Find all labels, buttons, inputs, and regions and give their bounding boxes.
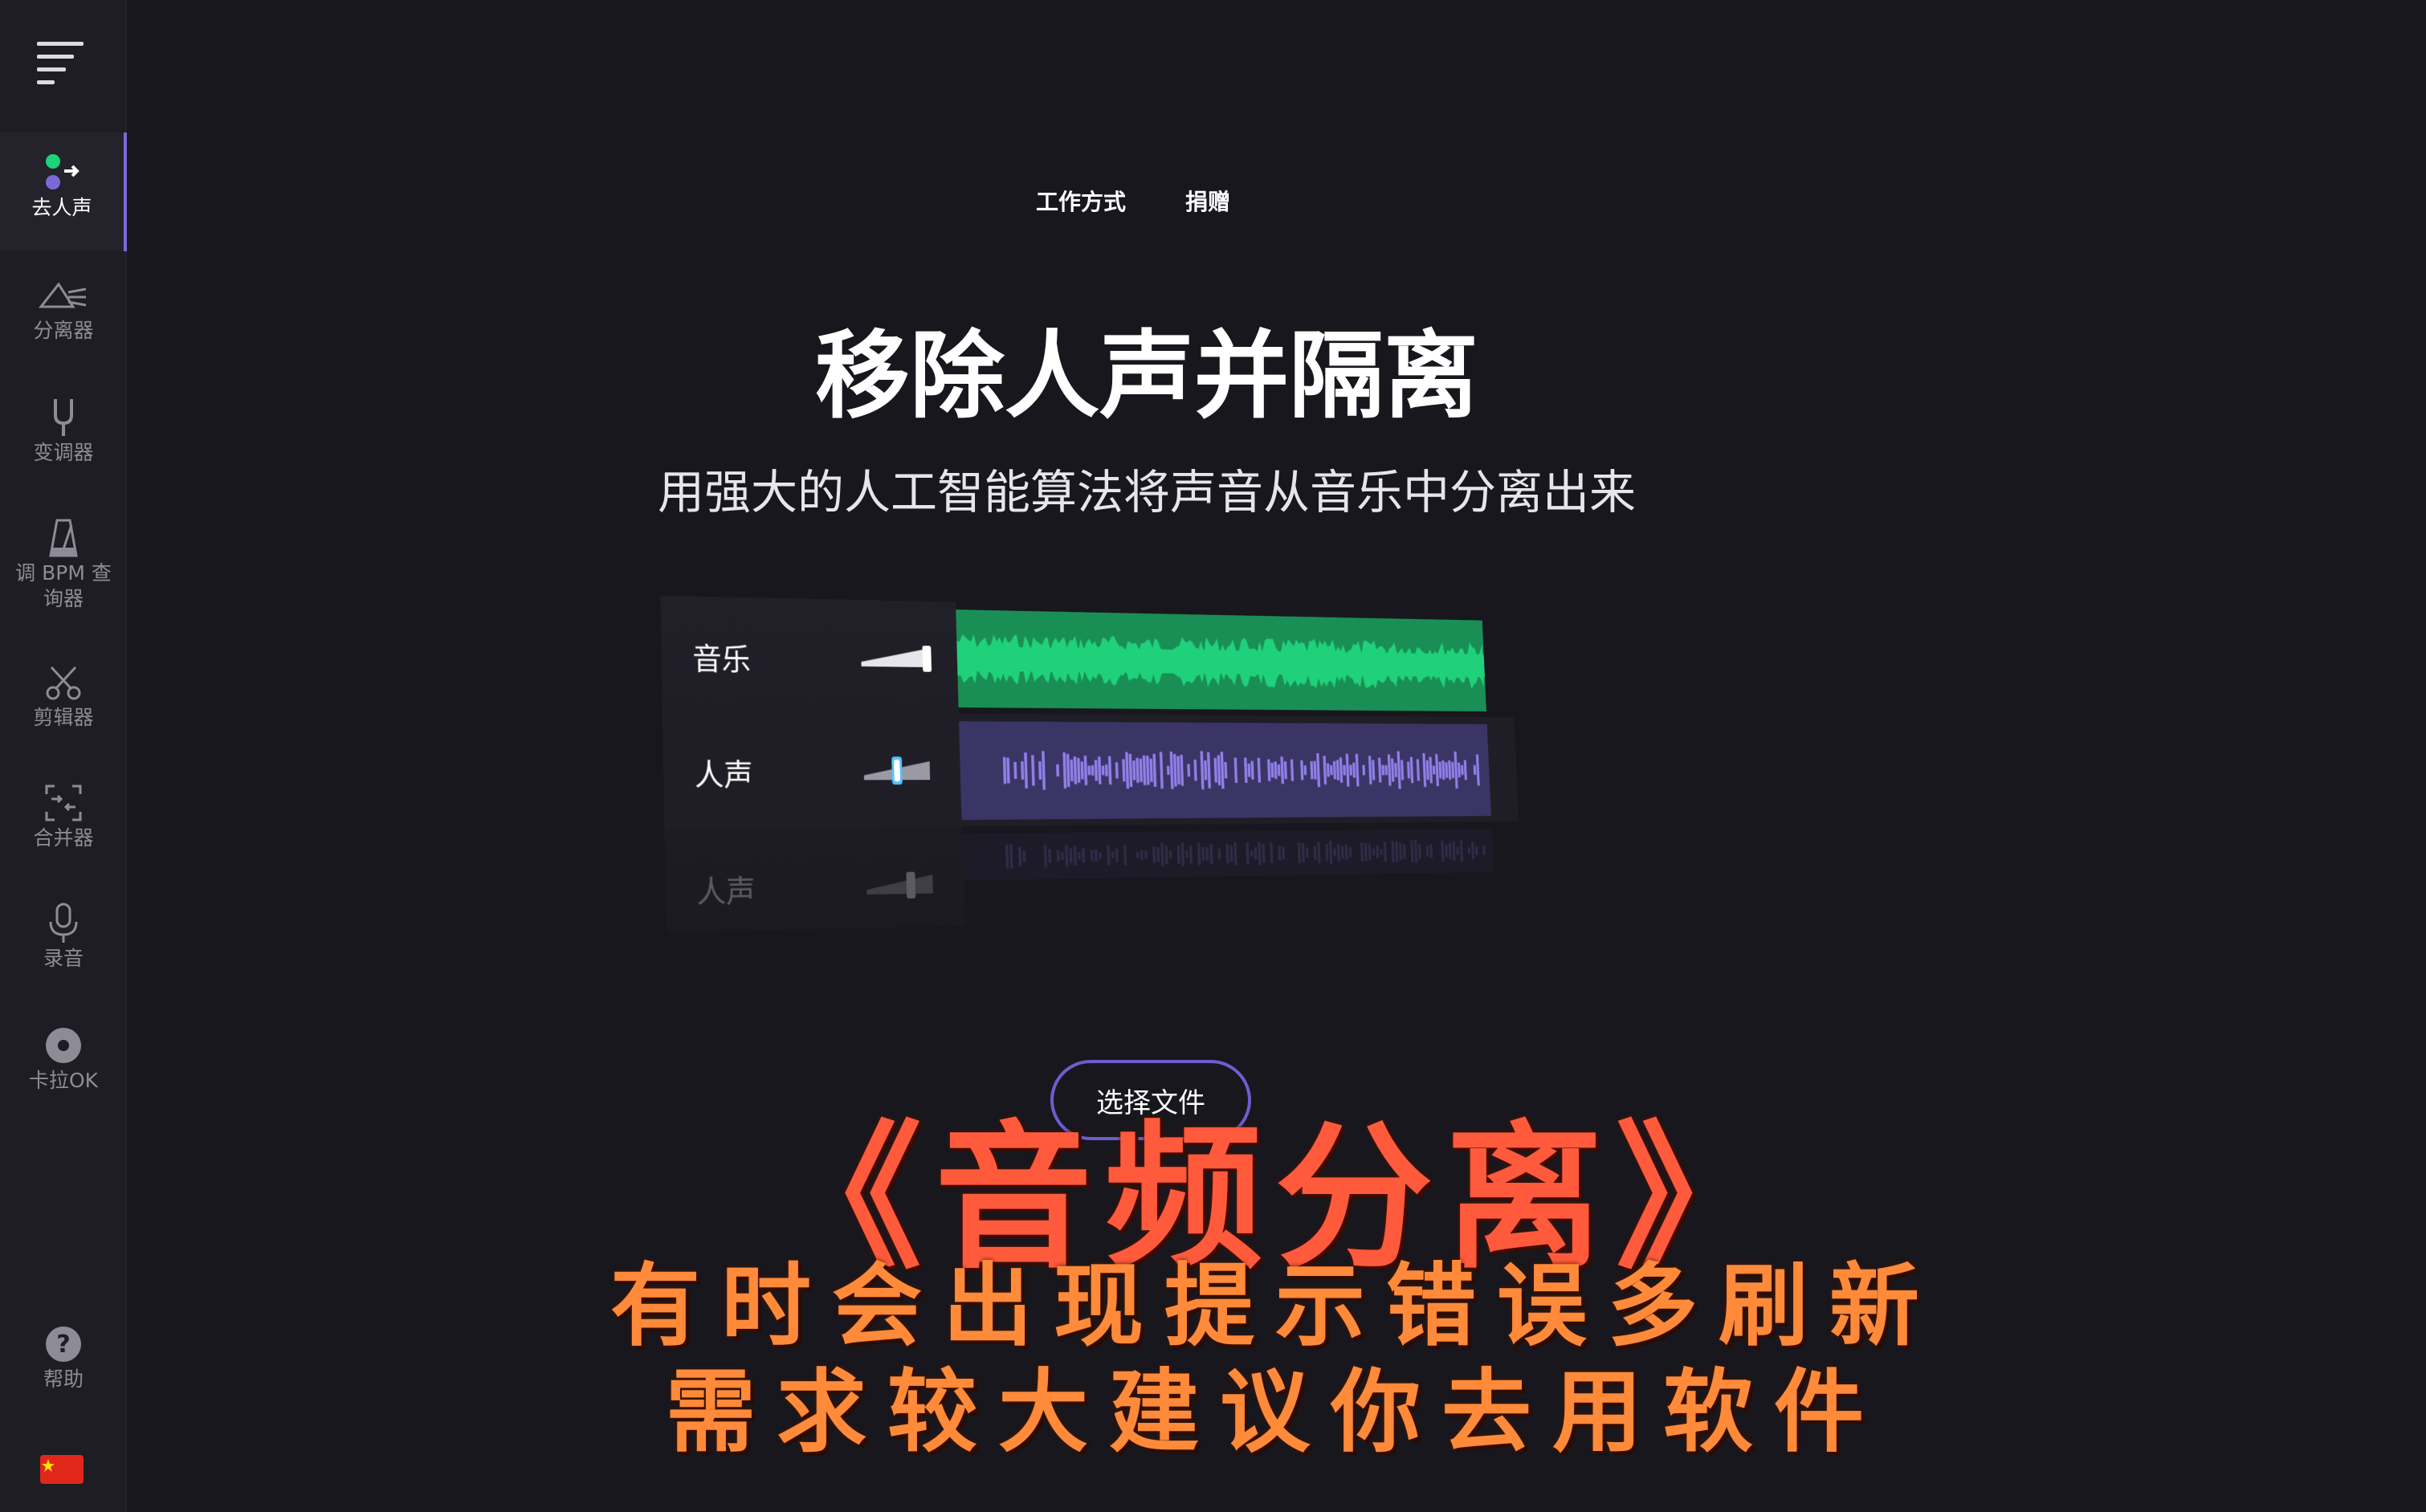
sidebar-item-bpm-finder[interactable]: 调 BPM 查 询器 — [0, 516, 127, 612]
sidebar-item-label: 剪辑器 — [33, 705, 93, 731]
vocal-remover-icon — [36, 150, 88, 195]
hamburger-menu-icon[interactable] — [35, 42, 88, 87]
track-name: 音乐 — [692, 634, 751, 679]
donate-link[interactable]: 捐赠 — [1185, 185, 1230, 217]
merge-icon — [38, 780, 89, 825]
svg-text:?: ? — [56, 1331, 70, 1359]
page-subtitle: 用强大的人工智能算法将声音从音乐中分离出来 — [658, 465, 1636, 520]
page-title: 移除人声并隔离 — [815, 320, 1478, 431]
track-name: 人声 — [696, 866, 756, 911]
sidebar-item-cutter[interactable]: 剪辑器 — [0, 660, 127, 731]
vocals-waveform — [959, 721, 1491, 820]
sidebar-item-label: 录音 — [43, 946, 84, 972]
scissors-icon — [38, 660, 89, 705]
sidebar-item-joiner[interactable]: 合并器 — [0, 780, 127, 851]
track-row-music: 音乐 — [660, 596, 1514, 718]
help-icon: ? — [38, 1322, 89, 1367]
sidebar-item-pitch-changer[interactable]: 变调器 — [0, 395, 127, 466]
track-preview: 音乐 人声 人声 — [660, 596, 1523, 932]
sidebar-item-vocal-remover[interactable]: 去人声 — [0, 132, 127, 251]
sidebar-item-splitter[interactable]: 分离器 — [0, 273, 127, 344]
tuning-fork-icon — [38, 395, 89, 440]
sidebar-item-recorder[interactable]: 录音 — [0, 901, 127, 972]
hero: 移除人声并隔离 — [127, 299, 2167, 436]
sidebar-item-label: 变调器 — [33, 440, 93, 466]
faded-volume-slider — [865, 870, 942, 899]
sidebar-item-label: 合并器 — [33, 825, 93, 851]
microphone-icon — [38, 901, 89, 946]
how-it-works-link[interactable]: 工作方式 — [1036, 185, 1126, 217]
faded-waveform — [962, 829, 1496, 933]
music-volume-slider[interactable] — [859, 643, 936, 672]
language-flag-icon[interactable] — [40, 1455, 84, 1484]
help-label: 帮助 — [43, 1367, 84, 1392]
help-button[interactable]: ? 帮助 — [0, 1322, 127, 1392]
sidebar: 去人声 分离器 变调器 调 BPM 查 询器 剪辑器 合并器 录音 卡拉OK ?… — [0, 0, 127, 1512]
music-waveform — [956, 609, 1486, 711]
track-name: 人声 — [694, 750, 753, 794]
splitter-icon — [38, 273, 89, 318]
sidebar-item-label: 卡拉OK — [29, 1068, 98, 1094]
track-row-vocals: 人声 — [663, 711, 1519, 829]
sidebar-item-label: 分离器 — [33, 318, 93, 344]
sidebar-item-label: 去人声 — [31, 195, 92, 221]
overlay-caption-line2: 需求较大建议你去用软件 — [127, 1339, 2424, 1469]
vocals-volume-slider[interactable] — [862, 756, 939, 785]
metronome-icon — [38, 516, 89, 560]
top-nav: 工作方式 捐赠 — [1036, 185, 1230, 217]
track-row-faded: 人声 — [664, 821, 1523, 947]
disc-icon — [38, 1023, 89, 1068]
sidebar-item-label: 调 BPM 查 询器 — [15, 560, 112, 612]
sidebar-item-karaoke[interactable]: 卡拉OK — [0, 1023, 127, 1094]
hero-subtitle-wrap: 用强大的人工智能算法将声音从音乐中分离出来 — [127, 454, 2167, 522]
